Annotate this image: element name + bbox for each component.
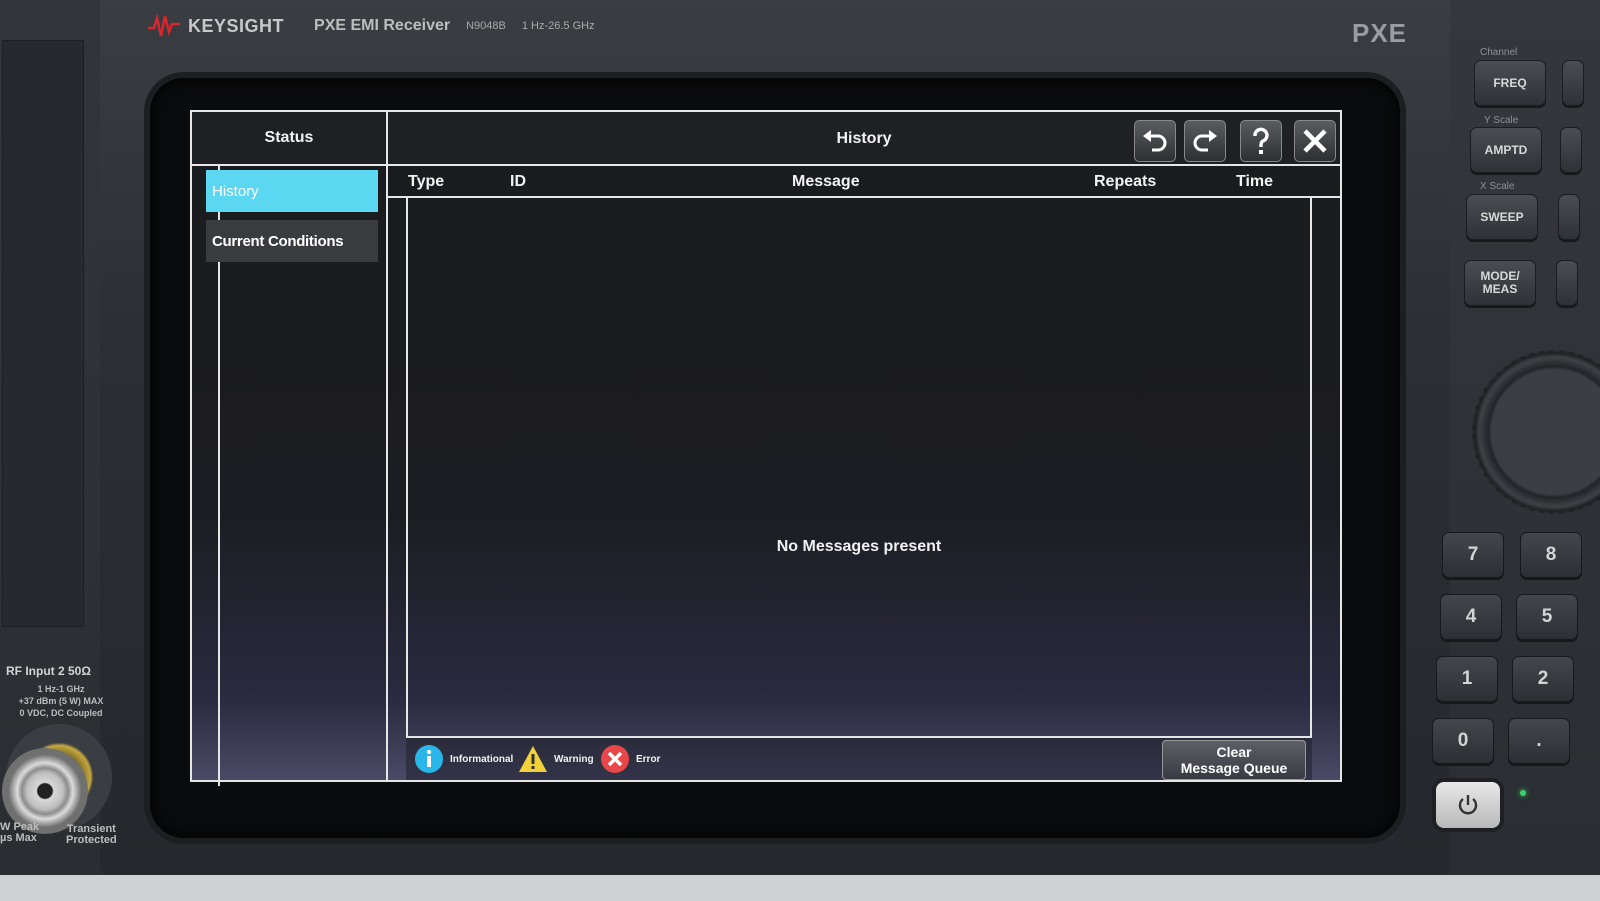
rf-input-label: RF Input 2 50Ω	[6, 664, 91, 678]
redo-icon	[1193, 130, 1217, 152]
amptd-key[interactable]: AMPTD	[1470, 127, 1542, 173]
numpad-key-4[interactable]: 4	[1440, 594, 1502, 640]
sidebar-item-label: History	[212, 182, 259, 200]
left-window	[2, 40, 84, 627]
column-header-time[interactable]: Time	[1236, 173, 1273, 191]
side-key[interactable]	[1562, 60, 1584, 106]
channel-group-label: Channel	[1480, 47, 1518, 58]
legend-error: Error	[600, 744, 660, 774]
x-scale-group-label: X Scale	[1480, 181, 1515, 192]
numpad-key-2[interactable]: 2	[1512, 656, 1574, 702]
power-led	[1520, 790, 1526, 796]
table-header: Type ID Message Repeats Time	[388, 168, 1340, 198]
numpad-key-7[interactable]: 7	[1442, 532, 1504, 578]
frequency-range: 1 Hz-26.5 GHz	[521, 20, 595, 32]
model-name: PXE EMI Receiver	[314, 17, 451, 34]
undo-icon	[1143, 130, 1167, 152]
numpad-key-decimal[interactable]: .	[1508, 718, 1570, 764]
rf-input-specs: 1 Hz-1 GHz +37 dBm (5 W) MAX 0 VDC, DC C…	[6, 683, 116, 719]
status-sidebar: Status History Current Conditions	[192, 112, 388, 786]
status-dialog: Status History Current Conditions Histor…	[190, 110, 1342, 786]
clear-button-line: Clear	[1216, 744, 1252, 760]
side-key[interactable]	[1556, 260, 1578, 306]
power-icon	[1458, 795, 1478, 815]
sweep-key[interactable]: SWEEP	[1466, 194, 1538, 240]
clear-message-queue-button[interactable]: Clear Message Queue	[1162, 740, 1306, 780]
peak-label: W Peak µs Max	[0, 822, 39, 844]
column-header-message[interactable]: Message	[792, 173, 860, 191]
rf-spec-line: +37 dBm (5 W) MAX	[18, 696, 104, 706]
warning-icon	[519, 746, 547, 772]
rf-spec-line: 1 Hz-1 GHz	[37, 684, 85, 694]
undo-button[interactable]	[1134, 120, 1176, 162]
error-icon	[601, 745, 629, 773]
status-header: Status	[192, 112, 386, 166]
legend-informational: Informational	[414, 744, 513, 774]
close-icon	[1303, 129, 1327, 153]
side-key[interactable]	[1558, 194, 1580, 240]
redo-button[interactable]	[1184, 120, 1226, 162]
mode-meas-line: MEAS	[1482, 282, 1518, 296]
clear-button-line: Message Queue	[1180, 760, 1288, 776]
legend-warning: Warning	[518, 744, 594, 774]
close-button[interactable]	[1294, 120, 1336, 162]
column-header-type[interactable]: Type	[408, 173, 444, 191]
transient-line: Protected	[66, 834, 117, 846]
help-icon	[1253, 127, 1269, 154]
history-panel: History Type ID Message Repeats Time No …	[388, 112, 1340, 780]
info-icon	[415, 745, 443, 773]
column-header-repeats[interactable]: Repeats	[1094, 173, 1156, 191]
sidebar-item-label: Current Conditions	[212, 232, 344, 250]
transient-label: Transient Protected	[66, 824, 117, 846]
rf-spec-line: 0 VDC, DC Coupled	[19, 708, 103, 718]
freq-key[interactable]: FREQ	[1474, 60, 1546, 106]
series-badge: PXE	[1352, 18, 1408, 48]
numpad-key-1[interactable]: 1	[1436, 656, 1498, 702]
column-header-id[interactable]: ID	[510, 173, 526, 191]
chassis-bottom	[0, 875, 1600, 901]
sidebar-item-current-conditions[interactable]: Current Conditions	[206, 220, 378, 262]
message-list[interactable]: No Messages present	[406, 198, 1312, 780]
history-header: History	[388, 112, 1340, 166]
empty-state-message: No Messages present	[776, 538, 942, 555]
numpad-key-8[interactable]: 8	[1520, 532, 1582, 578]
peak-line: µs Max	[0, 832, 37, 844]
side-key[interactable]	[1560, 127, 1582, 173]
legend-label: Informational	[450, 753, 514, 765]
sidebar-item-history[interactable]: History	[206, 170, 378, 212]
keysight-logo-icon	[148, 14, 180, 37]
numpad-key-0[interactable]: 0	[1432, 718, 1494, 764]
legend-label: Warning	[554, 753, 594, 765]
mode-meas-key[interactable]: MODE/ MEAS	[1464, 260, 1536, 306]
help-button[interactable]	[1240, 120, 1282, 162]
power-button[interactable]	[1436, 782, 1500, 828]
legend-label: Error	[636, 753, 661, 765]
numpad-key-5[interactable]: 5	[1516, 594, 1578, 640]
legend-bar: Informational Warning Error Clear Messag…	[406, 736, 1312, 780]
y-scale-group-label: Y Scale	[1484, 115, 1519, 126]
model-number: N9048B	[466, 20, 506, 32]
brand-header: KEYSIGHT PXE EMI Receiver N9048B 1 Hz-26…	[148, 14, 595, 38]
brand-name: KEYSIGHT	[188, 15, 285, 36]
